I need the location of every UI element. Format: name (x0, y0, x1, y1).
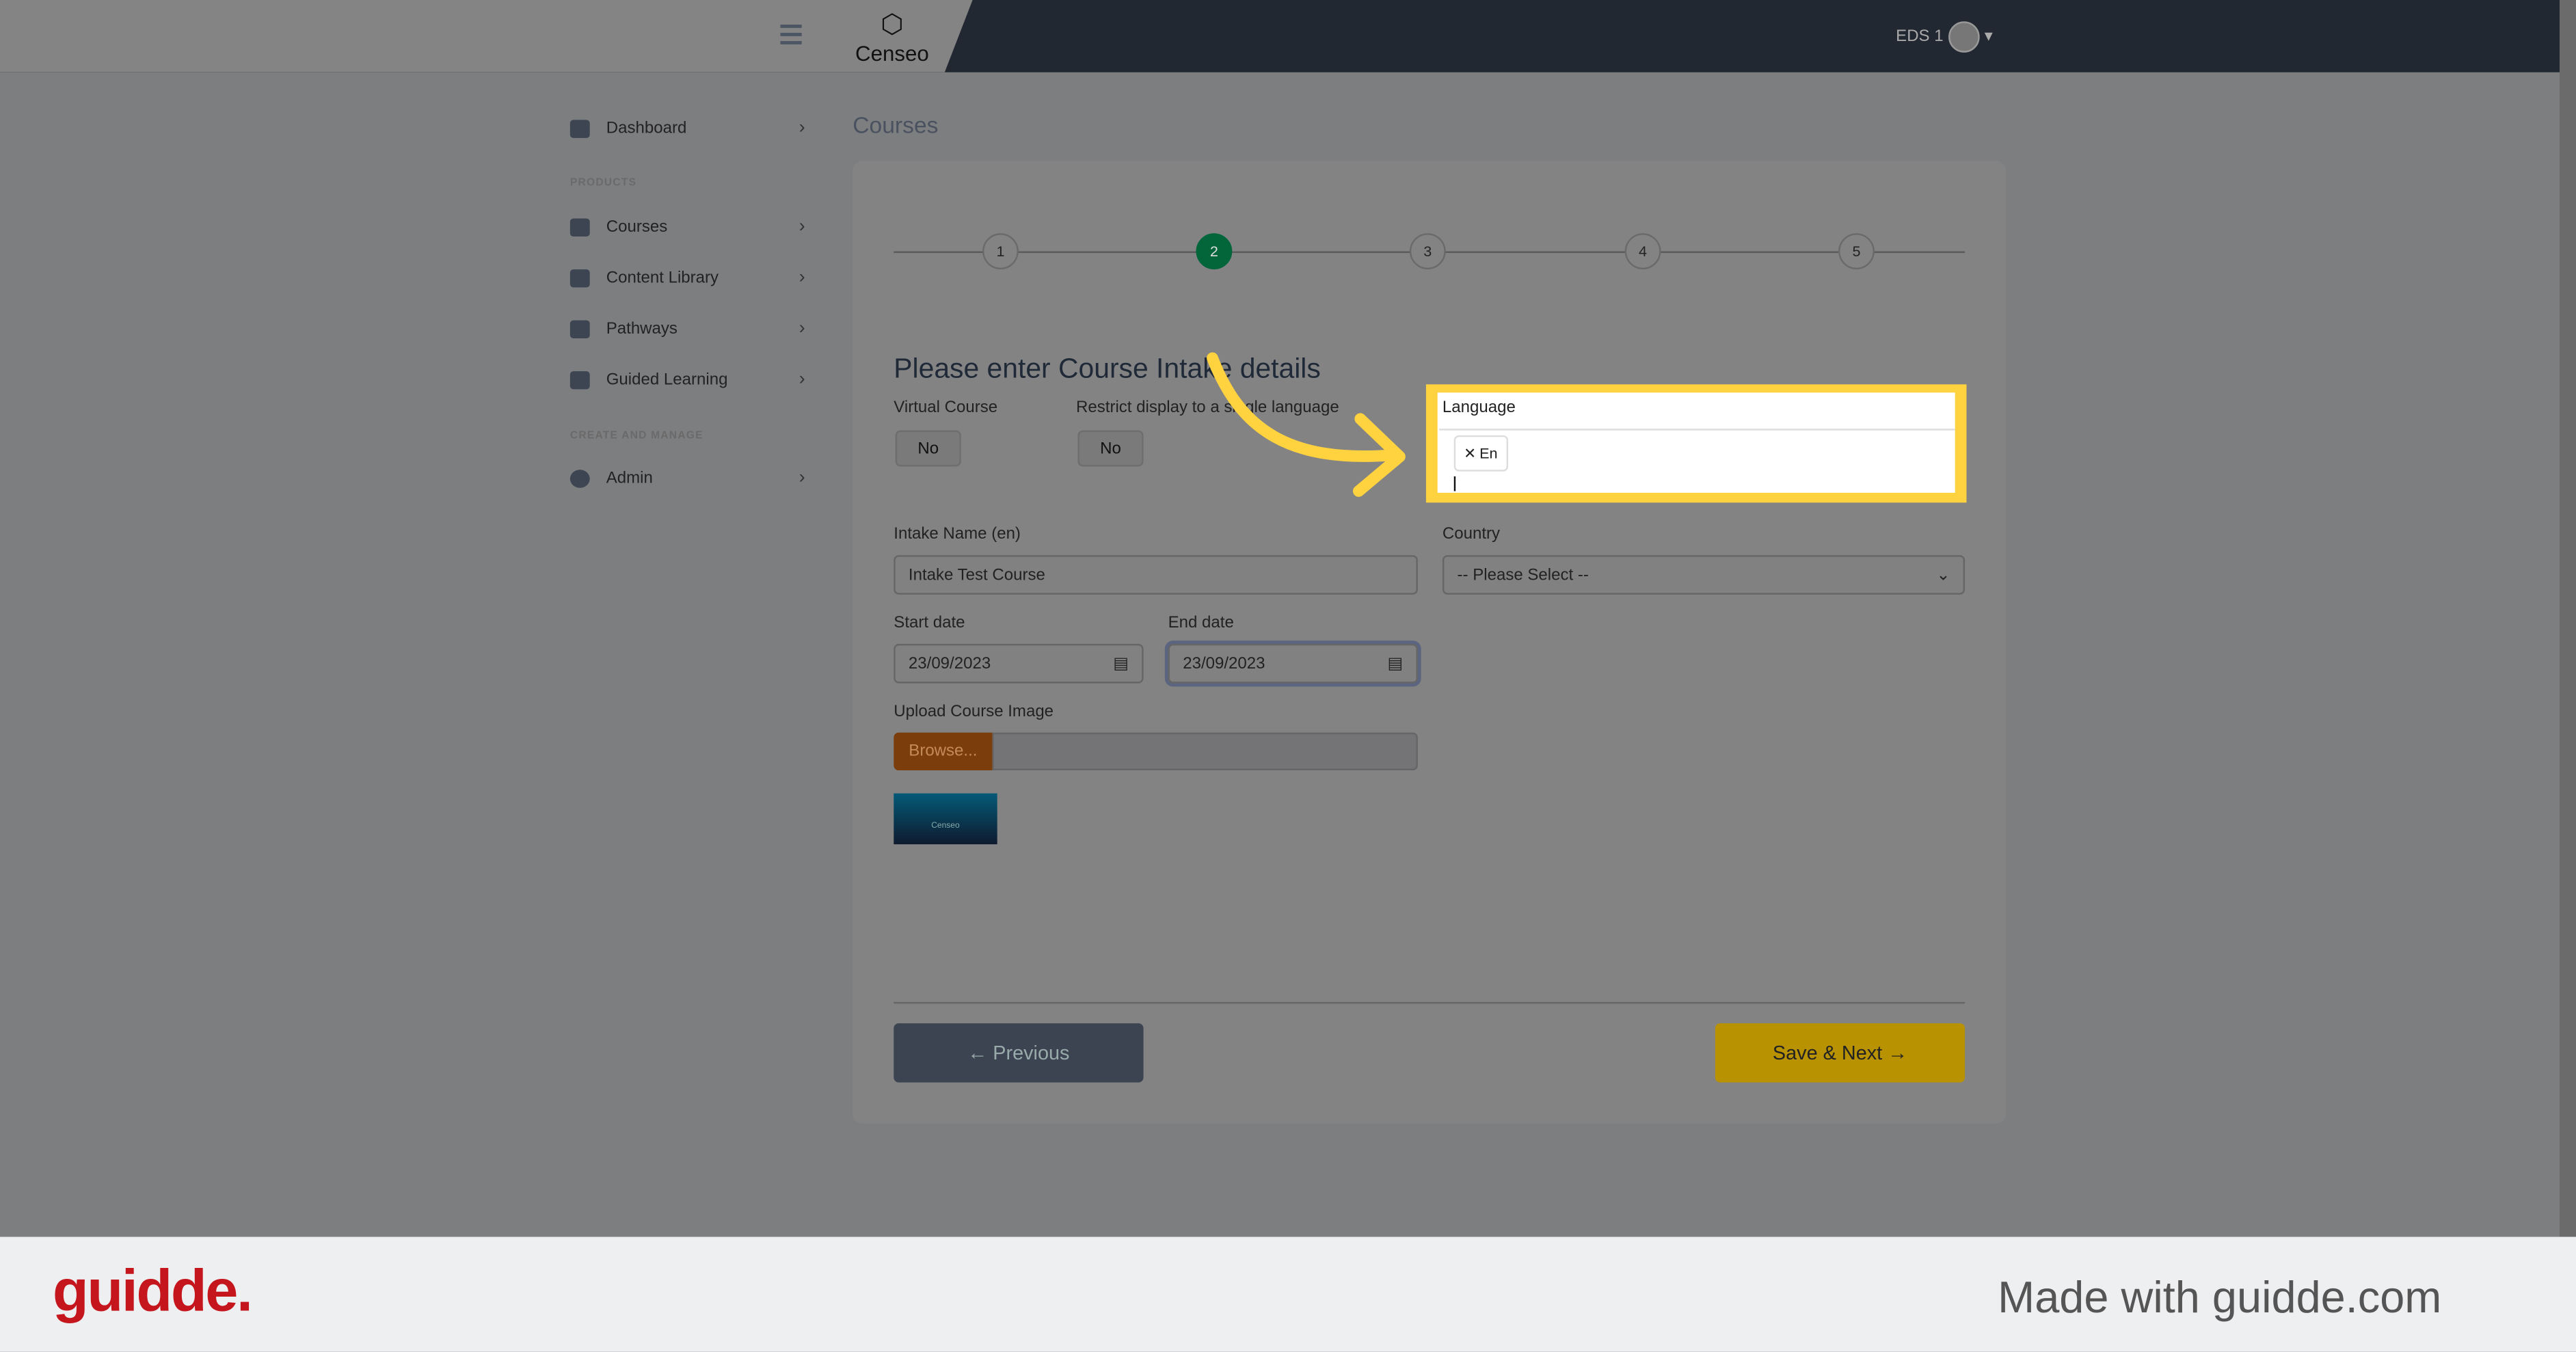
top-bar-logo-area (0, 0, 973, 72)
virtual-course-label: Virtual Course (894, 398, 998, 418)
step-1[interactable]: 1 (982, 233, 1019, 270)
clipboard-icon (569, 370, 590, 389)
thumbnail-logo-text: Censeo (931, 821, 960, 831)
step-3[interactable]: 3 (1409, 233, 1446, 270)
step-2[interactable]: 2 (1196, 233, 1233, 270)
language-label: Language (1442, 398, 1516, 418)
end-date-label: End date (1168, 614, 1234, 633)
courses-icon (569, 217, 590, 236)
intake-name-label: Intake Name (en) (894, 525, 1021, 544)
guidde-logo: guidde. (52, 1256, 253, 1324)
chevron-right-icon: › (799, 369, 805, 390)
calendar-icon[interactable]: ▤ (1388, 655, 1404, 673)
form-card (853, 161, 2007, 1124)
sidebar-label: Admin (606, 469, 653, 487)
save-next-button[interactable]: Save & Next → (1715, 1023, 1965, 1083)
sidebar-label: Pathways (606, 319, 677, 338)
section-heading: PRODUCTS (569, 177, 637, 189)
chevron-right-icon: › (799, 118, 805, 138)
divider (1439, 429, 1955, 431)
upload-image-label: Upload Course Image (894, 703, 1054, 721)
chevron-right-icon: › (799, 267, 805, 288)
language-chip[interactable]: ✕ En (1453, 435, 1507, 472)
country-select[interactable]: -- Please Select -- ⌄ (1442, 555, 1965, 595)
divider (894, 1001, 1965, 1004)
browse-button[interactable]: Browse... (894, 732, 993, 771)
chevron-right-icon: › (799, 468, 805, 488)
country-label: Country (1442, 525, 1501, 544)
sidebar-label: Courses (606, 217, 668, 236)
end-date-input[interactable]: 23/09/2023 ▤ (1168, 644, 1418, 684)
censeo-logo[interactable]: ⬡ Censeo (851, 8, 933, 66)
intake-name-input[interactable]: Intake Test Course (894, 555, 1418, 595)
start-date-label: Start date (894, 614, 965, 633)
step-4[interactable]: 4 (1624, 233, 1661, 270)
chip-label: En (1479, 445, 1498, 462)
chevron-down-icon: ⌄ (1936, 565, 1950, 584)
start-date-input[interactable]: 23/09/2023 ▤ (894, 644, 1144, 684)
section-heading: CREATE AND MANAGE (569, 430, 703, 442)
step-5[interactable]: 5 (1838, 233, 1875, 270)
made-with-text: Made with guidde.com (1998, 1273, 2442, 1323)
file-input[interactable] (992, 732, 1418, 771)
user-name: EDS 1 (1896, 27, 1944, 46)
gear-icon (569, 469, 590, 487)
close-icon[interactable]: ✕ (1464, 444, 1476, 462)
page-title: Courses (853, 111, 939, 138)
calendar-icon[interactable]: ▤ (1113, 655, 1129, 673)
intake-name-value: Intake Test Course (908, 565, 1045, 584)
sidebar-item-courses[interactable]: Courses › (569, 217, 805, 237)
sidebar-item-guided-learning[interactable]: Guided Learning › (569, 369, 805, 390)
previous-button[interactable]: ← Previous (894, 1023, 1144, 1083)
sidebar-item-content-library[interactable]: Content Library › (569, 267, 805, 288)
book-icon (569, 268, 590, 287)
sidebar-item-pathways[interactable]: Pathways › (569, 319, 805, 339)
award-icon (569, 319, 590, 338)
dashboard-icon (569, 119, 590, 137)
arrow-annotation-icon (1207, 352, 1406, 497)
scrollbar[interactable] (2560, 0, 2576, 1237)
avatar-icon (1948, 21, 1980, 53)
text-cursor (1453, 476, 1456, 491)
course-image-thumbnail: Censeo (894, 793, 997, 845)
virtual-course-toggle[interactable]: No (895, 430, 961, 467)
chevron-right-icon: › (799, 319, 805, 339)
chevron-right-icon: › (799, 217, 805, 237)
restrict-language-toggle[interactable]: No (1077, 430, 1144, 467)
sidebar-label: Dashboard (606, 119, 687, 137)
hamburger-menu-icon[interactable] (780, 25, 802, 49)
end-date-value: 23/09/2023 (1183, 654, 1265, 673)
sidebar-item-dashboard[interactable]: Dashboard › (569, 118, 805, 138)
country-value: -- Please Select -- (1457, 565, 1589, 584)
user-menu[interactable]: EDS 1 ▾ (1896, 21, 1993, 53)
sidebar-item-admin[interactable]: Admin › (569, 468, 805, 488)
logo-text: Censeo (855, 41, 929, 66)
caret-down-icon: ▾ (1984, 27, 1993, 46)
sidebar-label: Guided Learning (606, 370, 728, 389)
start-date-value: 23/09/2023 (908, 654, 991, 673)
sidebar-label: Content Library (606, 268, 719, 287)
